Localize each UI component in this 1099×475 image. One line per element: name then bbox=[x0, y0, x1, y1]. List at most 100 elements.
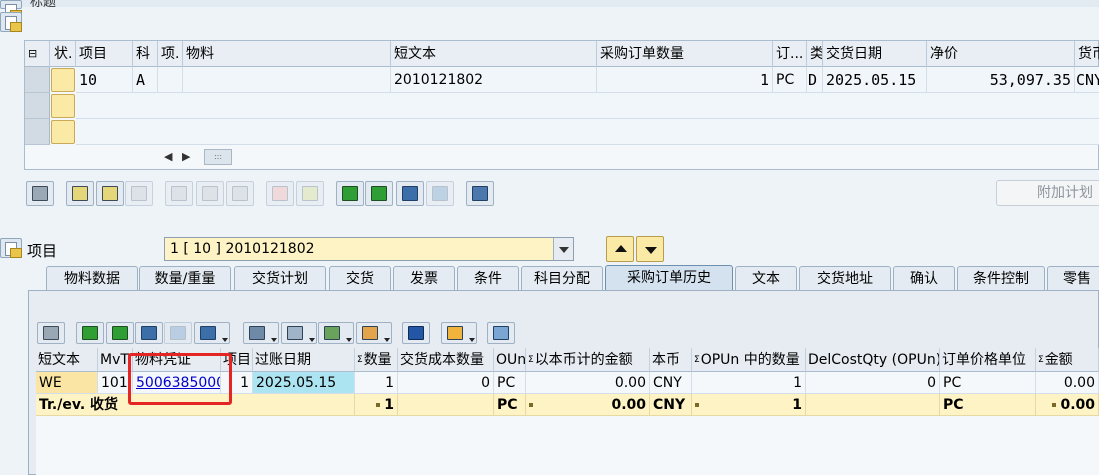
table-row[interactable]: 10 A 2010121802 1 PC D 2025.05.15 53,097… bbox=[25, 67, 1099, 93]
col-order-price-unit[interactable]: 订单价格单位 bbox=[940, 348, 1036, 372]
table-row[interactable] bbox=[25, 93, 1099, 119]
find-next-icon[interactable] bbox=[164, 322, 192, 344]
item-select[interactable]: 1 [ 10 ] 2010121802 bbox=[164, 237, 574, 261]
additional-plan-button[interactable]: 附加计划 bbox=[996, 180, 1099, 206]
row-selector[interactable] bbox=[25, 67, 50, 93]
cell-net-price[interactable]: 53,097.35 bbox=[927, 67, 1075, 93]
chevron-down-icon[interactable] bbox=[553, 238, 573, 260]
filter-settings-button[interactable] bbox=[426, 181, 454, 206]
cell-short-text[interactable]: 2010121802 bbox=[391, 67, 597, 93]
filter-icon[interactable] bbox=[396, 181, 424, 206]
status-cell[interactable] bbox=[51, 120, 75, 144]
col-oun[interactable]: OUn bbox=[494, 348, 526, 372]
delete-item-button[interactable] bbox=[165, 181, 193, 206]
empty-row-cells[interactable] bbox=[76, 93, 1099, 119]
next-item-button[interactable] bbox=[636, 236, 664, 262]
cell-item[interactable]: 10 bbox=[76, 67, 133, 93]
sort-desc-button[interactable] bbox=[106, 322, 134, 344]
item-detail-toggle-icon[interactable] bbox=[0, 238, 22, 258]
tab-invoice[interactable]: 发票 bbox=[393, 266, 455, 290]
tab-po-history[interactable]: 采购订单历史 bbox=[605, 265, 733, 291]
cell-amount-lc[interactable]: 0.00 bbox=[526, 372, 650, 394]
header-toggle-icon[interactable] bbox=[0, 12, 22, 32]
lock-icon[interactable] bbox=[196, 181, 224, 206]
cell-local-currency[interactable]: CNY bbox=[650, 372, 692, 394]
sort-asc-button[interactable] bbox=[76, 322, 104, 344]
col-local-currency[interactable]: 本币 bbox=[650, 348, 692, 372]
sort-asc-button[interactable] bbox=[336, 181, 364, 206]
tab-material-data[interactable]: 物料数据 bbox=[46, 266, 138, 290]
col-delivery-date[interactable]: 交货日期 bbox=[823, 41, 927, 67]
cell-account[interactable]: A bbox=[133, 67, 158, 93]
cell-oun[interactable]: PC bbox=[494, 372, 526, 394]
print-icon[interactable] bbox=[243, 322, 279, 344]
views-icon[interactable] bbox=[281, 322, 317, 344]
col-posting-date[interactable]: 过账日期 bbox=[253, 348, 355, 372]
col-account[interactable]: 科 bbox=[133, 41, 158, 67]
select-all-button[interactable] bbox=[266, 181, 294, 206]
status-cell[interactable] bbox=[51, 94, 75, 118]
paste-item-button[interactable] bbox=[96, 181, 124, 206]
col-qty-opun[interactable]: OPUn 中的数量 bbox=[692, 348, 806, 372]
col-amount[interactable]: 金额 bbox=[1036, 348, 1099, 372]
unlock-icon[interactable] bbox=[226, 181, 254, 206]
cell-qty-opun[interactable]: 1 bbox=[692, 372, 806, 394]
status-cell[interactable] bbox=[51, 68, 75, 92]
cell-item-cat[interactable] bbox=[158, 67, 183, 93]
cell-del-cost-opun[interactable]: 0 bbox=[806, 372, 940, 394]
scroll-thumb[interactable]: ::: bbox=[204, 149, 232, 165]
tab-texts[interactable]: 文本 bbox=[735, 266, 797, 290]
find-icon[interactable] bbox=[135, 322, 163, 344]
copy-item-button[interactable] bbox=[66, 181, 94, 206]
col-item-cat[interactable]: 项. bbox=[158, 41, 183, 67]
col-del-cost-opun[interactable]: DelCostQty (OPUn) bbox=[806, 348, 940, 372]
previous-item-button[interactable] bbox=[606, 236, 634, 262]
cell-delivery-date[interactable]: 2025.05.15 bbox=[823, 67, 927, 93]
append-item-button[interactable] bbox=[125, 181, 153, 206]
cell-order-price-unit[interactable]: PC bbox=[940, 372, 1036, 394]
col-item[interactable]: 项目 bbox=[76, 41, 133, 67]
layout-icon[interactable] bbox=[356, 322, 392, 344]
configure-button[interactable] bbox=[466, 181, 494, 206]
col-material[interactable]: 物料 bbox=[183, 41, 391, 67]
info-icon[interactable] bbox=[402, 322, 430, 344]
cell-currency[interactable]: CNY bbox=[1075, 67, 1099, 93]
cell-category[interactable]: D bbox=[807, 67, 823, 93]
graphic-icon[interactable] bbox=[441, 322, 477, 344]
tab-quantity-weight[interactable]: 数量/重量 bbox=[139, 266, 231, 290]
col-short-text[interactable]: 短文本 bbox=[36, 348, 98, 372]
cell-posting-date[interactable]: 2025.05.15 bbox=[253, 372, 355, 394]
header-icon[interactable] bbox=[0, 0, 22, 20]
tab-condition-control[interactable]: 条件控制 bbox=[957, 266, 1045, 290]
filter-icon[interactable] bbox=[194, 322, 230, 344]
col-unit[interactable]: 订... bbox=[773, 41, 807, 67]
horizontal-scrollbar[interactable]: ◀ ▶ ::: bbox=[160, 148, 232, 166]
empty-row-cells[interactable] bbox=[76, 119, 1099, 145]
row-selector[interactable] bbox=[25, 119, 50, 145]
col-quantity[interactable]: 数量 bbox=[355, 348, 398, 372]
refresh-icon[interactable] bbox=[487, 322, 515, 344]
cell-short-text[interactable]: WE bbox=[36, 372, 98, 394]
row-selector[interactable] bbox=[25, 93, 50, 119]
tab-retail[interactable]: 零售 bbox=[1047, 266, 1099, 290]
cell-del-cost-qty[interactable]: 0 bbox=[398, 372, 494, 394]
col-short-text[interactable]: 短文本 bbox=[391, 41, 597, 67]
col-currency[interactable]: 货币 bbox=[1075, 41, 1099, 67]
tab-conditions[interactable]: 条件 bbox=[457, 266, 519, 290]
export-icon[interactable] bbox=[318, 322, 354, 344]
col-category[interactable]: 类 bbox=[807, 41, 823, 67]
col-del-cost-qty[interactable]: 交货成本数量 bbox=[398, 348, 494, 372]
tab-account-assignment[interactable]: 科目分配 bbox=[521, 266, 603, 290]
cell-amount[interactable]: 0.00 bbox=[1036, 372, 1099, 394]
cell-unit[interactable]: PC bbox=[773, 67, 807, 93]
table-row[interactable] bbox=[25, 119, 1099, 145]
deselect-all-button[interactable] bbox=[296, 181, 324, 206]
layout-icon[interactable]: ⊟ bbox=[25, 41, 50, 67]
col-status[interactable]: 状. bbox=[51, 41, 76, 67]
tab-delivery-schedule[interactable]: 交货计划 bbox=[234, 266, 326, 290]
scroll-right-icon[interactable]: ▶ bbox=[182, 150, 190, 163]
cell-quantity[interactable]: 1 bbox=[597, 67, 773, 93]
scroll-left-icon[interactable]: ◀ bbox=[164, 150, 172, 163]
col-amount-lc[interactable]: 以本币计的金额 bbox=[526, 348, 650, 372]
details-button[interactable] bbox=[26, 181, 54, 206]
